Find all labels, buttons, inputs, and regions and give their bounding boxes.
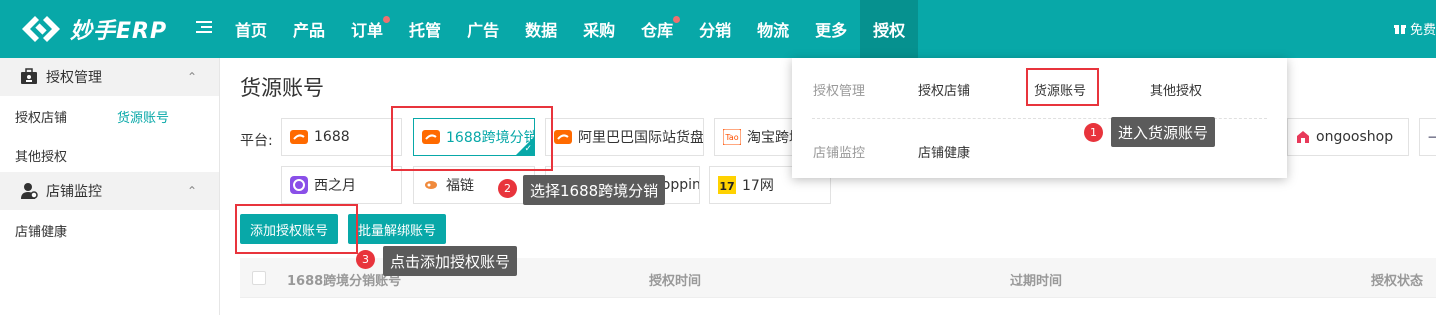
step-badge-1: 1 <box>1084 123 1103 142</box>
nav-label: 首页 <box>235 21 268 40</box>
alibaba-icon <box>422 128 440 146</box>
page-title: 货源账号 <box>240 76 324 100</box>
sidebar-item-authorized-stores[interactable]: 授权店铺 <box>15 107 67 126</box>
svg-text:Tao: Tao <box>724 133 738 142</box>
select-all-checkbox[interactable] <box>252 271 266 285</box>
platform-1688[interactable]: 1688 <box>281 118 402 156</box>
sidebar-item-source-accounts[interactable]: 货源账号 <box>117 107 169 126</box>
sidebar-group-auth-management[interactable]: 授权管理 ⌃ <box>0 58 219 96</box>
dropdown-link-store-health[interactable]: 店铺健康 <box>918 142 970 161</box>
sidebar-item-store-health[interactable]: 店铺健康 <box>15 221 67 240</box>
nav-label: 更多 <box>815 21 848 40</box>
platform-partial[interactable]: ⟶ <box>1419 118 1436 156</box>
nav-label: 数据 <box>525 21 558 40</box>
step-badge-3: 3 <box>356 250 375 269</box>
free-link[interactable]: 免费 <box>1394 19 1436 38</box>
nav-label: 授权 <box>873 21 906 40</box>
ongooshop-icon <box>1296 130 1310 144</box>
free-label: 免费 <box>1410 23 1436 38</box>
platform-label: 17网 <box>742 178 774 194</box>
nav-label: 广告 <box>467 21 500 40</box>
platform-label: ongooshop <box>1316 129 1394 145</box>
sidebar-group-label: 店铺监控 <box>46 184 102 200</box>
column-header-expire-time: 过期时间 <box>1010 274 1063 289</box>
nav-item-more[interactable]: 更多 <box>802 0 860 58</box>
column-header-auth-status: 授权状态 <box>1371 274 1424 289</box>
auth-management-icon <box>20 68 38 86</box>
nav-label: 仓库 <box>641 21 674 40</box>
top-navigation-bar: 妙手ERP 首页 产品 订单 托管 广告 数据 采购 仓库 分销 物流 更多 授… <box>0 0 1436 58</box>
platform-label: 福链 <box>446 178 474 194</box>
nav-item-hosting[interactable]: 托管 <box>396 0 454 58</box>
nav-label: 分销 <box>699 21 732 40</box>
logo-icon <box>22 16 60 42</box>
store-monitor-icon <box>20 182 38 200</box>
add-authorized-account-button[interactable]: 添加授权账号 <box>240 214 338 244</box>
alibaba-icon <box>554 128 572 146</box>
nav-item-orders[interactable]: 订单 <box>338 0 396 58</box>
nav-label: 订单 <box>351 21 384 40</box>
notification-dot <box>383 16 391 23</box>
gift-icon <box>1394 23 1406 35</box>
fulian-icon <box>422 176 440 194</box>
alibaba-icon <box>290 128 308 146</box>
batch-unbind-button[interactable]: 批量解绑账号 <box>348 214 446 244</box>
step-badge-2: 2 <box>498 179 517 198</box>
nav-label: 产品 <box>293 21 326 40</box>
sidebar-group-label: 授权管理 <box>46 70 102 86</box>
check-icon: ✓ <box>524 144 532 154</box>
platform-taobao-cross-border[interactable]: Tao 淘宝跨境 <box>714 118 794 156</box>
sidebar-item-other-auth[interactable]: 其他授权 <box>15 146 67 165</box>
platform-alibaba-intl[interactable]: 阿里巴巴国际站货盘 <box>545 118 704 156</box>
sidebar-group-store-monitor[interactable]: 店铺监控 ⌃ <box>0 172 219 210</box>
truncated-platform-icon: ⟶ <box>1428 130 1436 144</box>
platform-label: 淘宝跨境 <box>747 130 793 146</box>
app-logo[interactable]: 妙手ERP <box>20 10 167 48</box>
dropdown-link-authorized-stores[interactable]: 授权店铺 <box>918 80 970 99</box>
taobao-icon: Tao <box>723 128 741 146</box>
platform-xizhiyue[interactable]: 西之月 <box>281 166 402 204</box>
platform-label: 1688 <box>314 129 350 145</box>
main-nav: 首页 产品 订单 托管 广告 数据 采购 仓库 分销 物流 更多 授权 <box>222 0 919 58</box>
chevron-up-icon: ⌃ <box>186 184 197 198</box>
xizhiyue-icon <box>290 176 308 194</box>
platform-1688-cross-border[interactable]: 1688跨境分销 ✓ <box>413 118 535 156</box>
nav-label: 物流 <box>757 21 790 40</box>
dropdown-link-source-accounts[interactable]: 货源账号 <box>1034 80 1086 99</box>
column-header-auth-time: 授权时间 <box>649 274 702 289</box>
logo-text: 妙手ERP <box>70 19 168 44</box>
platform-ongooshop[interactable]: ongooshop <box>1287 118 1409 156</box>
nav-item-ads[interactable]: 广告 <box>454 0 512 58</box>
nav-item-products[interactable]: 产品 <box>280 0 338 58</box>
step-tooltip-1: 进入货源账号 <box>1111 117 1216 147</box>
nav-label: 托管 <box>409 21 442 40</box>
menu-toggle-icon[interactable] <box>195 18 217 40</box>
step-tooltip-3: 点击添加授权账号 <box>383 246 518 276</box>
dropdown-section-label: 授权管理 <box>813 84 866 99</box>
platform-label: 阿里巴巴国际站货盘 <box>578 130 704 146</box>
platform-label: 平台: <box>240 133 273 149</box>
step-tooltip-2: 选择1688跨境分销 <box>523 175 666 205</box>
nav-label: 采购 <box>583 21 616 40</box>
nav-item-logistics[interactable]: 物流 <box>744 0 802 58</box>
dropdown-link-other-auth[interactable]: 其他授权 <box>1150 80 1202 99</box>
nav-item-data[interactable]: 数据 <box>512 0 570 58</box>
17wang-icon: 17 <box>718 176 736 194</box>
dropdown-section-label: 店铺监控 <box>813 146 866 161</box>
platform-label: 西之月 <box>314 178 356 194</box>
nav-item-authorization[interactable]: 授权 <box>860 0 919 58</box>
notification-dot <box>673 16 681 23</box>
chevron-up-icon: ⌃ <box>186 70 197 84</box>
nav-item-distribution[interactable]: 分销 <box>686 0 744 58</box>
nav-item-purchase[interactable]: 采购 <box>570 0 628 58</box>
svg-text:17: 17 <box>719 180 734 193</box>
nav-item-home[interactable]: 首页 <box>222 0 280 58</box>
nav-item-warehouse[interactable]: 仓库 <box>628 0 686 58</box>
platform-fulian[interactable]: 福链 <box>413 166 535 204</box>
